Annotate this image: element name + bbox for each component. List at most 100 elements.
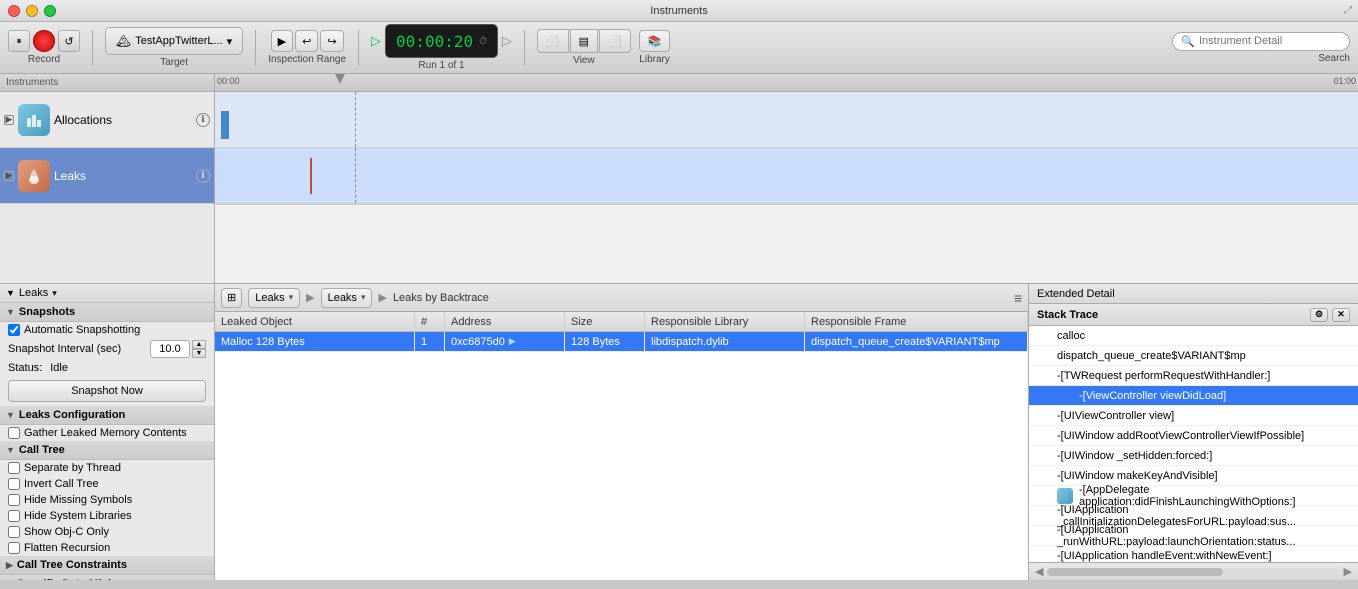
stack-item-11[interactable]: -[UIApplication handleEvent:withNewEvent… [1029, 546, 1358, 562]
view-btn-2[interactable]: ▤ [570, 29, 598, 53]
snapshot-now-button[interactable]: Snapshot Now [8, 380, 206, 402]
stack-settings-button[interactable]: ⚙ [1310, 308, 1328, 322]
snapshots-section-header[interactable]: ▼ Snapshots [0, 303, 214, 322]
leaks-lane[interactable] [215, 148, 1358, 204]
breadcrumb-separator: ▶ [306, 291, 314, 304]
search-box[interactable]: 🔍 [1172, 32, 1350, 51]
call-tree-constraints-header[interactable]: ▶ Call Tree Constraints [0, 556, 214, 575]
stack-close-button[interactable]: ✕ [1332, 308, 1350, 322]
spinner-up[interactable]: ▲ [192, 340, 206, 349]
hide-missing-checkbox[interactable] [8, 494, 20, 506]
stack-item-0[interactable]: calloc [1029, 326, 1358, 346]
scroll-left-icon[interactable]: ◀ [1035, 565, 1043, 578]
show-objc-checkbox[interactable] [8, 526, 20, 538]
toolbar-separator-2 [255, 30, 256, 66]
close-button[interactable] [8, 5, 20, 17]
track-item-allocations[interactable]: ▶ Allocations ℹ [0, 92, 214, 148]
th-size[interactable]: Size [565, 312, 645, 331]
leaks-dropdown-2[interactable]: Leaks ▾ [321, 288, 373, 308]
invert-checkbox[interactable] [8, 478, 20, 490]
inspection-play-button[interactable]: ▶ [271, 30, 293, 52]
stack-item-2[interactable]: -[TWRequest performRequestWithHandler:] [1029, 366, 1358, 386]
stack-item-4[interactable]: -[UIViewController view] [1029, 406, 1358, 426]
scroll-track[interactable] [1047, 568, 1339, 576]
hide-system-checkbox[interactable] [8, 510, 20, 522]
stack-item-5[interactable]: -[UIWindow addRootViewControllerViewIfPo… [1029, 426, 1358, 446]
table-row[interactable]: Malloc 128 Bytes 1 0xc6875d0 ▶ 128 Bytes… [215, 332, 1028, 352]
invert-label[interactable]: Invert Call Tree [8, 478, 99, 490]
snapshots-arrow-icon: ▼ [6, 307, 15, 317]
specific-data-header[interactable]: ▶ Specific Data Mining [0, 575, 214, 580]
gather-leaked-checkbox[interactable] [8, 427, 20, 439]
leaks-dropdown-1[interactable]: Leaks ▾ [248, 288, 300, 308]
leaks-grid-button[interactable]: ⊞ [221, 288, 242, 308]
search-label: Search [1318, 53, 1350, 64]
spinner-down[interactable]: ▼ [192, 349, 206, 358]
gather-leaked-row: Gather Leaked Memory Contents [0, 425, 214, 441]
inspection-back-button[interactable]: ↩ [295, 30, 318, 52]
stack-item-10[interactable]: -[UIApplication _runWithURL:payload:laun… [1029, 526, 1358, 546]
maximize-button[interactable] [44, 5, 56, 17]
th-library[interactable]: Responsible Library [645, 312, 805, 331]
gather-leaked-label[interactable]: Gather Leaked Memory Contents [8, 427, 187, 439]
separate-thread-checkbox[interactable] [8, 462, 20, 474]
auto-snapshot-label[interactable]: Automatic Snapshotting [8, 324, 140, 336]
stack-list[interactable]: calloc dispatch_queue_create$VARIANT$mp … [1029, 326, 1358, 562]
search-input[interactable] [1199, 35, 1341, 47]
leaks-config-header[interactable]: ▼ Leaks Configuration [0, 406, 214, 425]
auto-snapshot-checkbox[interactable] [8, 324, 20, 336]
track-expand-leaks[interactable]: ▶ [4, 171, 14, 181]
track-item-leaks[interactable]: ▶ Leaks ℹ [0, 148, 214, 204]
leaks-empty-area [215, 352, 1028, 580]
scroll-thumb[interactable] [1047, 568, 1222, 576]
minimize-button[interactable] [26, 5, 38, 17]
flatten-checkbox[interactable] [8, 542, 20, 554]
refresh-button[interactable]: ↺ [58, 30, 80, 52]
leaks-selector[interactable]: ▼ Leaks ▾ [0, 284, 214, 303]
stack-trace-scrollbar[interactable]: ◀ ▶ [1029, 562, 1358, 580]
stack-item-3[interactable]: -[ViewController viewDidLoad] [1029, 386, 1358, 406]
view-btn-3[interactable]: ⬜ [599, 29, 631, 53]
leaks-dropdown-2-arrow-icon: ▾ [361, 292, 366, 303]
pause-button[interactable]: ⏸ [8, 30, 30, 52]
spinner-buttons[interactable]: ▲ ▼ [192, 340, 206, 358]
track-area: Instruments ▶ Allocations ℹ ▶ [0, 74, 1358, 284]
sdm-label: Specific Data Mining [17, 578, 125, 580]
toolbar-separator-3 [358, 30, 359, 66]
interval-spinner: ▲ ▼ [150, 340, 206, 358]
separate-thread-label[interactable]: Separate by Thread [8, 462, 121, 474]
flatten-label[interactable]: Flatten Recursion [8, 542, 110, 554]
library-button[interactable]: 📚 [639, 30, 671, 52]
th-frame[interactable]: Responsible Frame [805, 312, 1028, 331]
allocations-lane[interactable] [215, 92, 1358, 148]
leaks-info-button[interactable]: ℹ [196, 169, 210, 183]
track-expand-allocations[interactable]: ▶ [4, 115, 14, 125]
th-address[interactable]: Address [445, 312, 565, 331]
leaks-detail-toolbar: ⊞ Leaks ▾ ▶ Leaks ▾ ▶ Leaks by Backtrace… [215, 284, 1028, 312]
stack-item-10-name: -[UIApplication _runWithURL:payload:laun… [1057, 524, 1352, 548]
hide-missing-label[interactable]: Hide Missing Symbols [8, 494, 132, 506]
th-leaked-object[interactable]: Leaked Object [215, 312, 415, 331]
call-tree-header[interactable]: ▼ Call Tree [0, 441, 214, 460]
status-row: Status: Idle [0, 360, 214, 376]
stack-item-1[interactable]: dispatch_queue_create$VARIANT$mp [1029, 346, 1358, 366]
window-controls[interactable] [8, 5, 56, 17]
interval-input[interactable] [150, 340, 190, 358]
inspection-forward-button[interactable]: ↪ [320, 30, 343, 52]
show-objc-label[interactable]: Show Obj-C Only [8, 526, 109, 538]
playhead-marker [335, 74, 345, 84]
stack-item-6[interactable]: -[UIWindow _setHidden:forced:] [1029, 446, 1358, 466]
record-button[interactable] [33, 30, 55, 52]
target-label: TestAppTwitterL... [135, 35, 222, 47]
record-label: Record [28, 54, 60, 65]
target-button[interactable]: 🏔 TestAppTwitterL... ▾ [105, 27, 243, 55]
scroll-right-icon[interactable]: ▶ [1344, 565, 1352, 578]
sdm-arrow-icon: ▶ [6, 579, 13, 581]
ctc-label: Call Tree Constraints [17, 559, 127, 571]
hide-system-label[interactable]: Hide System Libraries [8, 510, 132, 522]
th-count[interactable]: # [415, 312, 445, 331]
leaks-menu-button[interactable]: ≡ [1014, 290, 1022, 306]
allocations-info-button[interactable]: ℹ [196, 113, 210, 127]
toolbar-separator-4 [524, 30, 525, 66]
view-btn-1[interactable]: ⬜ [537, 29, 569, 53]
